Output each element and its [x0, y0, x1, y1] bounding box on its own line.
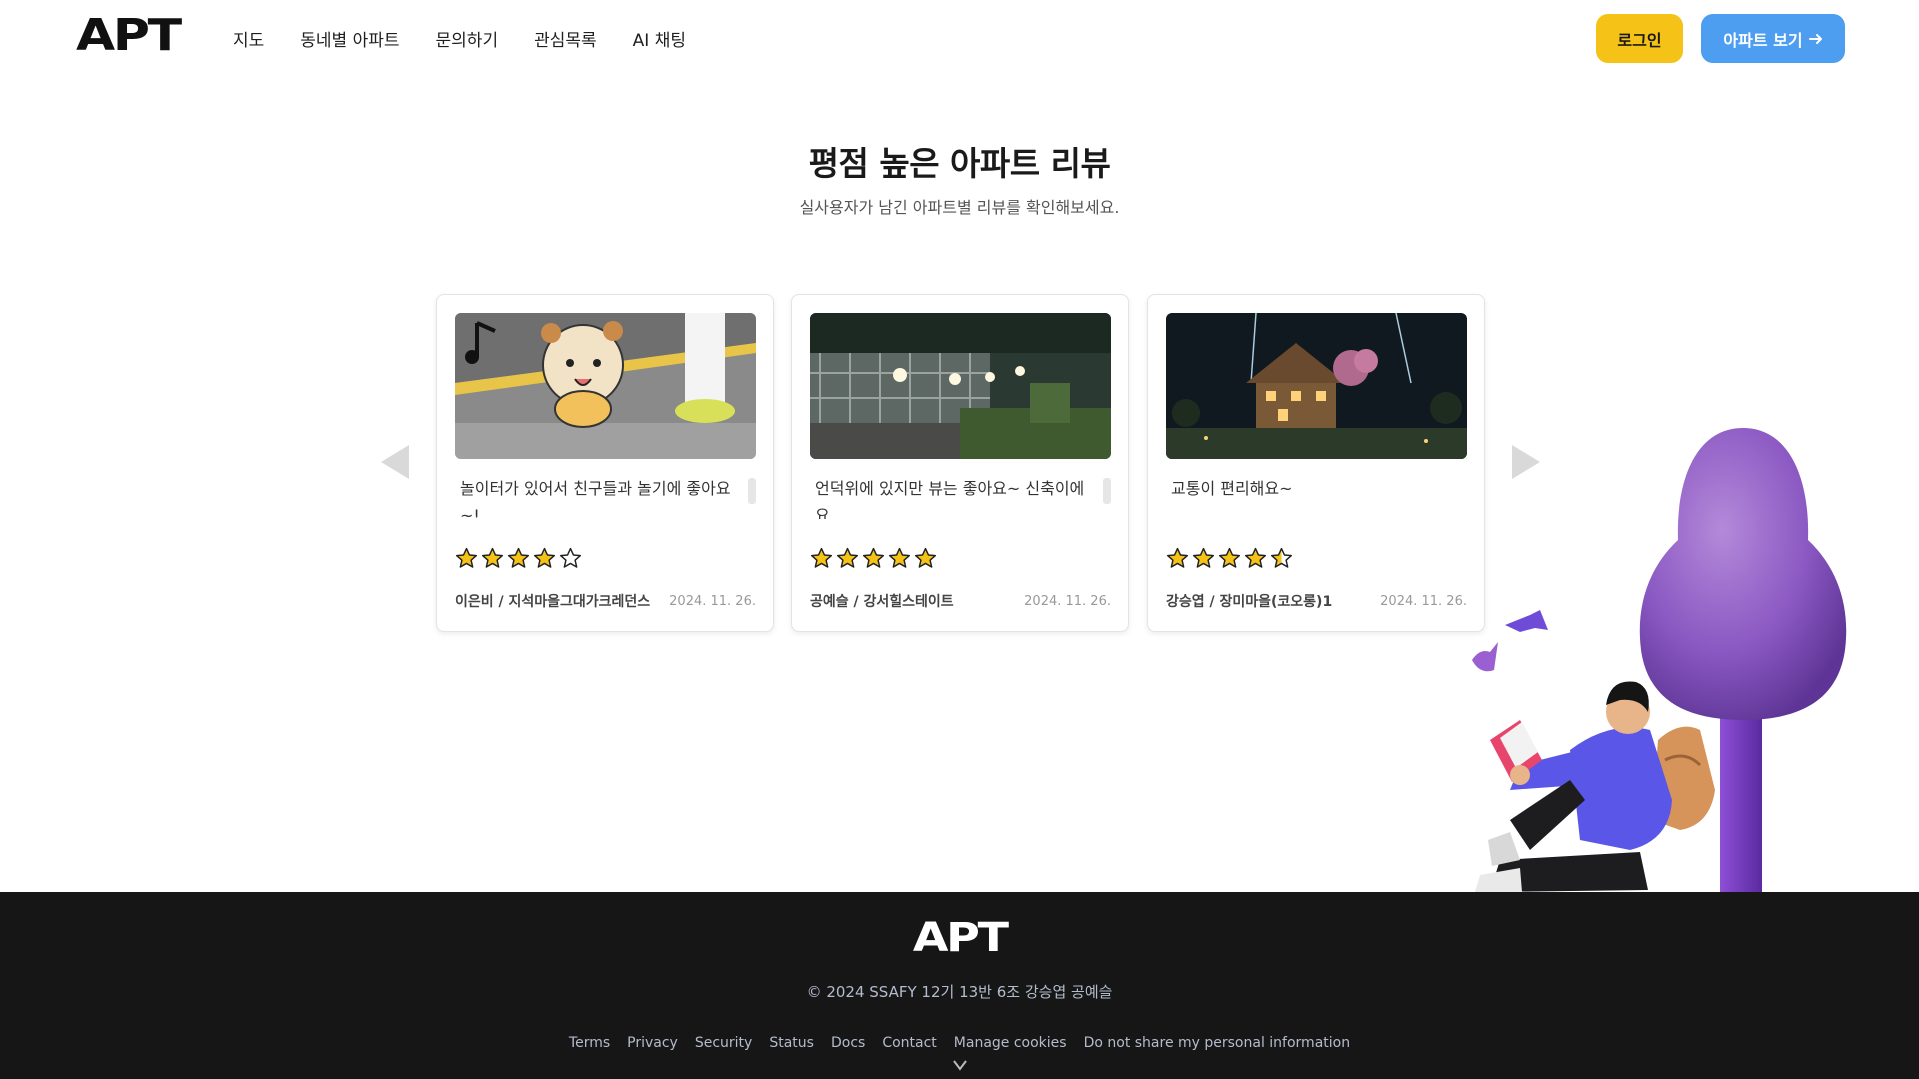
footer-link-terms[interactable]: Terms: [569, 1035, 610, 1051]
star-icon: [559, 547, 582, 573]
copyright: © 2024 SSAFY 12기 13반 6조 강승엽 공예슬: [806, 983, 1113, 1001]
header: APT 지도 동네별 아파트 문의하기 관심목록 AI 채팅 로그인 아파트 보…: [0, 0, 1919, 78]
star-rating: [810, 547, 937, 573]
star-icon: [481, 547, 504, 573]
review-text: 놀이터가 있어서 친구들과 놀기에 좋아요~!: [460, 479, 731, 519]
star-icon: [1192, 547, 1215, 573]
star-icon: [862, 547, 885, 573]
chevron-down-icon[interactable]: [948, 1059, 972, 1079]
footer-link-do-not-share[interactable]: Do not share my personal information: [1084, 1035, 1351, 1051]
review-author: 공예슬 / 강서힐스테이트: [810, 594, 954, 610]
review-image: [810, 313, 1111, 459]
star-icon: [533, 547, 556, 573]
login-label: 로그인: [1617, 30, 1662, 50]
footer-logo-container: APT: [0, 918, 1919, 958]
star-icon: [1218, 547, 1241, 573]
star-rating: [455, 547, 582, 573]
login-button[interactable]: 로그인: [1596, 14, 1683, 63]
star-icon: [914, 547, 937, 573]
nav-neighborhood-apartments[interactable]: 동네별 아파트: [300, 26, 399, 51]
review-image: [455, 313, 756, 459]
logo[interactable]: APT: [76, 14, 182, 58]
review-card[interactable]: 놀이터가 있어서 친구들과 놀기에 좋아요~! 이은비 / 지석마을그대가크레던…: [436, 294, 774, 632]
section-title: 평점 높은 아파트 리뷰: [808, 144, 1111, 183]
footer-link-contact[interactable]: Contact: [882, 1035, 936, 1051]
view-apartments-button[interactable]: 아파트 보기: [1701, 14, 1845, 63]
reading-person-illustration: [1380, 420, 1860, 892]
review-text-box[interactable]: 놀이터가 있어서 친구들과 놀기에 좋아요~!: [455, 475, 756, 519]
star-rating: [1166, 547, 1293, 573]
star-icon: [507, 547, 530, 573]
scrollbar[interactable]: [1103, 478, 1111, 504]
section-subtitle: 실사용자가 남긴 아파트별 리뷰를 확인해보세요.: [799, 198, 1120, 217]
review-text-box[interactable]: 언덕위에 있지만 뷰는 좋아요~ 신축이에요: [810, 475, 1111, 519]
nav-map[interactable]: 지도: [233, 26, 264, 51]
carousel-prev-icon[interactable]: [381, 445, 409, 479]
review-meta: 이은비 / 지석마을그대가크레던스 2024. 11. 26.: [455, 591, 756, 611]
review-card[interactable]: 언덕위에 있지만 뷰는 좋아요~ 신축이에요 공예슬 / 강서힐스테이트 202…: [791, 294, 1129, 632]
view-apartments-label: 아파트 보기: [1723, 30, 1803, 50]
nav-inquiry[interactable]: 문의하기: [436, 26, 499, 51]
star-icon: [1244, 547, 1267, 573]
star-icon: [810, 547, 833, 573]
footer-link-status[interactable]: Status: [769, 1035, 814, 1051]
review-text: 언덕위에 있지만 뷰는 좋아요~ 신축이에요: [815, 479, 1085, 519]
arrow-right-icon: [1808, 33, 1822, 44]
review-author: 강승엽 / 장미마을(코오롱)1: [1166, 594, 1333, 610]
star-icon: [455, 547, 478, 573]
footer-link-docs[interactable]: Docs: [831, 1035, 865, 1051]
nav-ai-chat[interactable]: AI 채팅: [633, 26, 686, 51]
review-date: 2024. 11. 26.: [1024, 593, 1111, 609]
review-date: 2024. 11. 26.: [669, 593, 756, 609]
star-icon: [836, 547, 859, 573]
scrollbar[interactable]: [748, 478, 756, 504]
nav-favorites[interactable]: 관심목록: [534, 26, 597, 51]
footer-link-privacy[interactable]: Privacy: [627, 1035, 678, 1051]
footer-links: Terms Privacy Security Status Docs Conta…: [0, 1035, 1919, 1051]
footer-link-security[interactable]: Security: [695, 1035, 753, 1051]
review-author: 이은비 / 지석마을그대가크레던스: [455, 594, 651, 610]
star-icon: [1270, 547, 1293, 573]
review-meta: 공예슬 / 강서힐스테이트 2024. 11. 26.: [810, 591, 1111, 611]
footer-link-manage-cookies[interactable]: Manage cookies: [954, 1035, 1067, 1051]
star-icon: [1166, 547, 1189, 573]
footer: APT © 2024 SSAFY 12기 13반 6조 강승엽 공예슬 Term…: [0, 892, 1919, 1079]
star-icon: [888, 547, 911, 573]
main-nav: 지도 동네별 아파트 문의하기 관심목록 AI 채팅: [233, 26, 722, 51]
footer-logo[interactable]: APT: [913, 918, 1009, 958]
